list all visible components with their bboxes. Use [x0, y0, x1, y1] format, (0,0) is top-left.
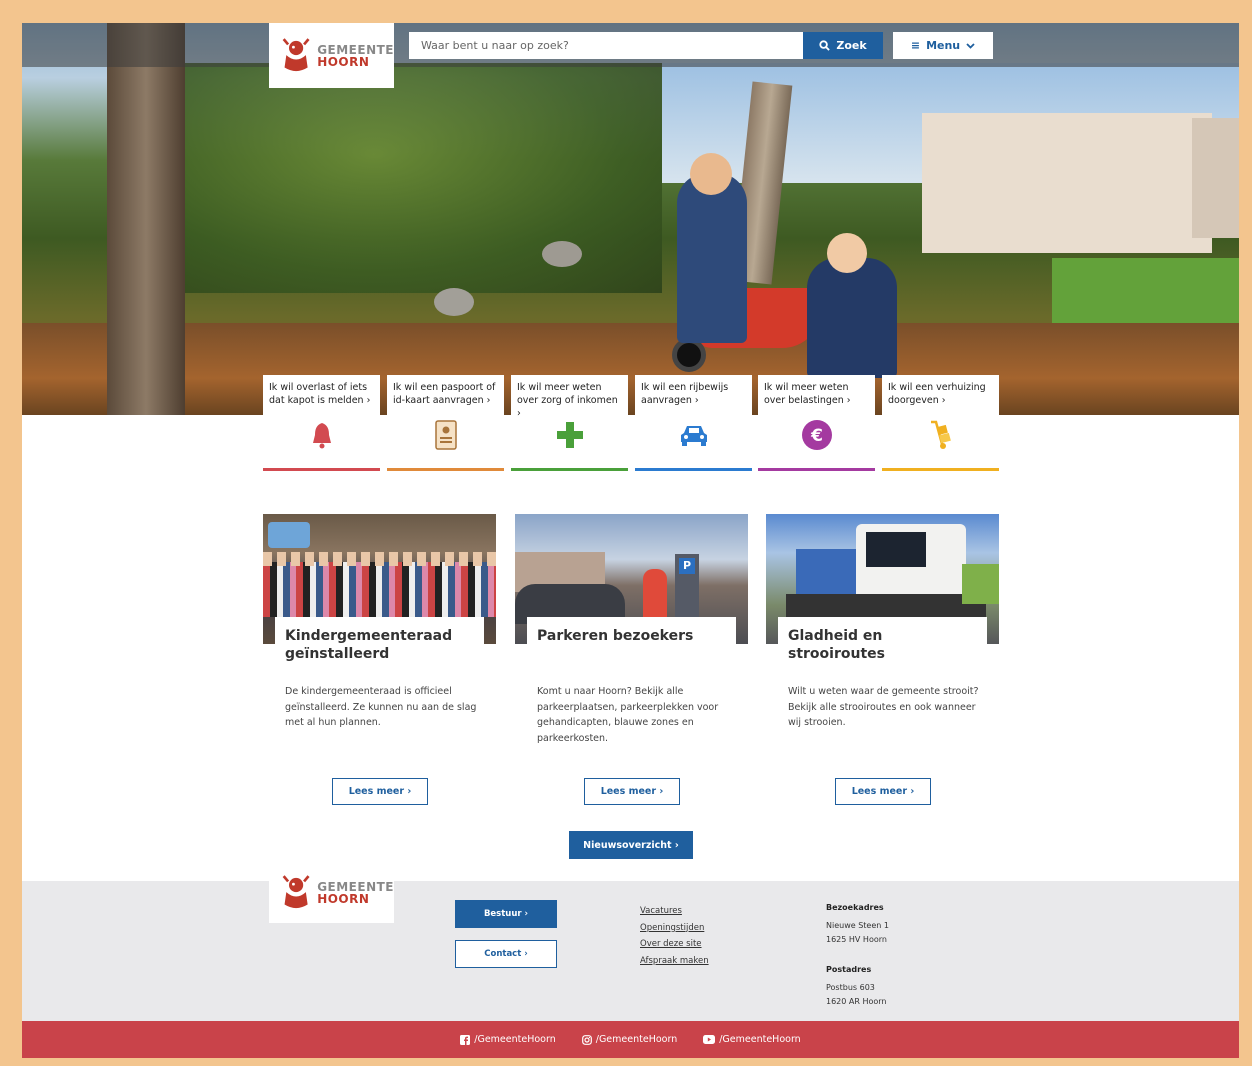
- search-button[interactable]: Zoek: [803, 32, 883, 59]
- news-card: Gladheid en strooiroutes Wilt u weten wa…: [766, 514, 999, 814]
- hoorn-logo-icon: [282, 37, 310, 71]
- task-tile-belastingen[interactable]: Ik wil meer weten over belastingen › €: [758, 375, 875, 471]
- task-label: Ik wil een rijbewijs aanvragen ›: [635, 375, 752, 415]
- parking-sign-icon: P: [679, 558, 695, 574]
- search-input[interactable]: [409, 32, 803, 59]
- hoorn-logo-icon: [282, 875, 310, 909]
- news-card: Kindergemeenteraad geïnstalleerd De kind…: [263, 514, 496, 814]
- logo-text-hoorn: HOORN: [317, 54, 370, 69]
- id-card-icon: [434, 420, 457, 450]
- news-description: Komt u naar Hoorn? Bekijk alle parkeerpl…: [537, 686, 719, 744]
- hero-image: [22, 23, 1239, 415]
- task-tile-rijbewijs[interactable]: Ik wil een rijbewijs aanvragen ›: [635, 375, 752, 471]
- bestuur-button[interactable]: Bestuur ›: [455, 900, 557, 928]
- contact-button[interactable]: Contact ›: [455, 940, 557, 968]
- read-more-button[interactable]: Lees meer ›: [584, 778, 680, 805]
- task-label: Ik wil een verhuizing doorgeven ›: [882, 375, 999, 415]
- news-title[interactable]: Kindergemeenteraad geïnstalleerd: [275, 617, 484, 667]
- task-tile-paspoort[interactable]: Ik wil een paspoort of id-kaart aanvrage…: [387, 375, 504, 471]
- instagram-handle: /GemeenteHoorn: [595, 1034, 678, 1045]
- task-color-bar: [758, 468, 875, 471]
- task-color-bar: [635, 468, 752, 471]
- facebook-icon: [460, 1034, 471, 1045]
- task-tile-overlast[interactable]: Ik wil overlast of iets dat kapot is mel…: [263, 375, 380, 471]
- page-frame: GEMEENTE HOORN Zoek ≡ Menu Ik wil overla…: [22, 23, 1239, 1058]
- instagram-link[interactable]: /GemeenteHoorn: [581, 1034, 678, 1045]
- news-overview-button[interactable]: Nieuwsoverzicht ›: [569, 831, 693, 859]
- read-more-button[interactable]: Lees meer ›: [835, 778, 931, 805]
- search-button-label: Zoek: [836, 39, 867, 52]
- facebook-handle: /GemeenteHoorn: [474, 1034, 556, 1045]
- hamburger-icon: ≡: [910, 39, 921, 52]
- news-description: Wilt u weten waar de gemeente strooit? B…: [788, 686, 979, 728]
- menu-button[interactable]: ≡ Menu: [893, 32, 993, 59]
- visit-address-line: Nieuwe Steen 1: [826, 921, 889, 930]
- visit-address-heading: Bezoekadres: [826, 903, 884, 912]
- news-card: P Parkeren bezoekers Komt u naar Hoorn? …: [515, 514, 748, 814]
- chevron-down-icon: [966, 42, 975, 49]
- post-address-line: Postbus 603: [826, 983, 875, 992]
- read-more-button[interactable]: Lees meer ›: [332, 778, 428, 805]
- task-label: Ik wil meer weten over belastingen ›: [758, 375, 875, 415]
- post-address-heading: Postadres: [826, 965, 872, 974]
- footer-link-openingstijden[interactable]: Openingstijden: [640, 920, 709, 937]
- task-tile-verhuizing[interactable]: Ik wil een verhuizing doorgeven ›: [882, 375, 999, 471]
- task-color-bar: [511, 468, 628, 471]
- svg-text:€: €: [810, 426, 823, 446]
- logo-text-gemeente: GEMEENTE: [317, 42, 394, 57]
- site-logo[interactable]: GEMEENTE HOORN: [269, 23, 394, 88]
- footer-links: Vacatures Openingstijden Over deze site …: [640, 903, 709, 969]
- task-color-bar: [882, 468, 999, 471]
- footer-addresses: Bezoekadres Nieuwe Steen 1 1625 HV Hoorn…: [826, 901, 889, 1009]
- facebook-link[interactable]: /GemeenteHoorn: [460, 1034, 556, 1045]
- task-label: Ik wil een paspoort of id-kaart aanvrage…: [387, 375, 504, 415]
- footer-logo[interactable]: GEMEENTE HOORN: [269, 863, 394, 923]
- car-icon: [680, 426, 707, 446]
- task-label: Ik wil meer weten over zorg of inkomen ›: [511, 375, 628, 419]
- logo-text-hoorn: HOORN: [317, 892, 370, 906]
- menu-button-label: Menu: [926, 39, 961, 52]
- footer: GEMEENTE HOORN Bestuur › Contact › Vacat…: [22, 863, 1239, 1021]
- hand-truck-icon: [930, 420, 951, 449]
- euro-icon: €: [801, 420, 832, 450]
- youtube-icon: [703, 1035, 716, 1044]
- task-tile-zorg[interactable]: Ik wil meer weten over zorg of inkomen ›: [511, 375, 628, 471]
- youtube-link[interactable]: /GemeenteHoorn: [703, 1034, 801, 1045]
- search-icon: [819, 40, 831, 51]
- instagram-icon: [581, 1034, 592, 1045]
- news-title[interactable]: Parkeren bezoekers: [527, 617, 736, 649]
- bell-icon: [312, 423, 331, 449]
- footer-link-over-deze-site[interactable]: Over deze site: [640, 936, 709, 953]
- news-description: De kindergemeenteraad is officieel geïns…: [285, 686, 477, 728]
- social-bar: /GemeenteHoorn /GemeenteHoorn /GemeenteH…: [22, 1021, 1239, 1058]
- footer-link-afspraak-maken[interactable]: Afspraak maken: [640, 953, 709, 970]
- news-title[interactable]: Gladheid en strooiroutes: [778, 617, 987, 667]
- footer-link-vacatures[interactable]: Vacatures: [640, 903, 709, 920]
- task-color-bar: [263, 468, 380, 471]
- youtube-handle: /GemeenteHoorn: [719, 1034, 801, 1045]
- task-label: Ik wil overlast of iets dat kapot is mel…: [263, 375, 380, 415]
- plus-icon: [556, 422, 583, 448]
- visit-address-line: 1625 HV Hoorn: [826, 935, 887, 944]
- post-address-line: 1620 AR Hoorn: [826, 997, 887, 1006]
- task-color-bar: [387, 468, 504, 471]
- task-tiles: Ik wil overlast of iets dat kapot is mel…: [263, 375, 999, 471]
